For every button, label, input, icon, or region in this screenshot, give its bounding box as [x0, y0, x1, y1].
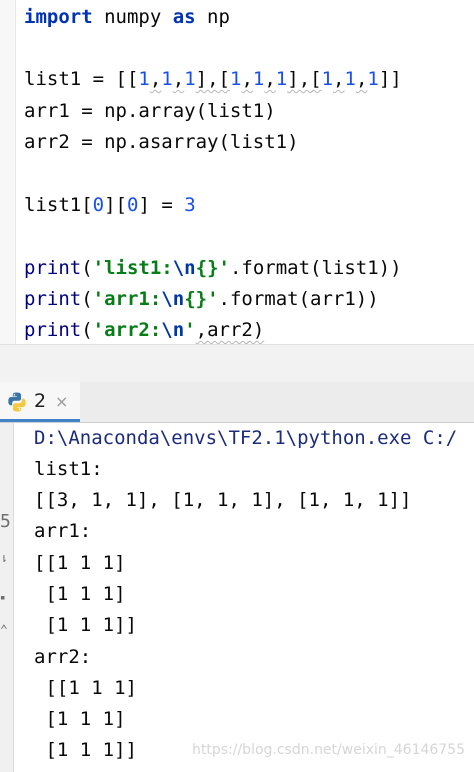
editor-gutter[interactable] — [0, 0, 16, 344]
python-icon — [8, 392, 26, 412]
pep8-warning-comma: , — [333, 68, 345, 90]
pep8-warning-comma: ],[ — [287, 68, 322, 90]
pep8-warning-comma: , — [355, 68, 368, 90]
pep8-warning-comma: , — [264, 68, 276, 90]
string-literal: {}' — [184, 288, 219, 310]
code-text: ( — [81, 257, 93, 279]
pin-icon[interactable]: ⌃ — [0, 623, 13, 638]
scroll-to-end-icon[interactable]: ⇂ — [0, 551, 13, 566]
number-literal: 3 — [184, 194, 196, 216]
string-literal: 'arr1: — [92, 288, 162, 310]
code-line-11[interactable]: print('arr2:\n',arr2) — [24, 315, 264, 344]
console-line: [[1 1 1] — [34, 677, 137, 699]
console-line-command[interactable]: D:\Anaconda\envs\TF2.1\python.exe C:/ — [34, 423, 457, 454]
code-text: ( — [81, 319, 93, 341]
number-literal: 0 — [126, 194, 139, 216]
run-tab-label: 2 — [34, 390, 47, 412]
rerun-icon[interactable]: 5 — [0, 511, 13, 532]
number-literal: 1 — [275, 68, 288, 90]
console-line: list1: — [34, 458, 103, 480]
code-line-1[interactable]: import numpy as np — [24, 2, 230, 32]
code-line-5[interactable]: arr2 = np.asarray(list1) — [24, 127, 299, 157]
console-line: [1 1 1]] — [34, 614, 137, 636]
number-literal: 1 — [138, 68, 150, 90]
code-text: ]] — [378, 68, 402, 90]
number-literal: 1 — [321, 68, 334, 90]
code-text: ( — [81, 288, 93, 310]
pep8-warning-comma: , — [172, 68, 185, 90]
builtin-print: print — [24, 257, 82, 279]
console-line: [[1 1 1] — [34, 552, 126, 574]
code-text: .format(arr1)) — [218, 288, 379, 310]
builtin-print: print — [24, 288, 82, 310]
console-line: [1 1 1] — [34, 708, 126, 730]
watermark: https://blog.csdn.net/weixin_46146755 — [192, 742, 466, 758]
panel-splitter[interactable] — [0, 344, 474, 384]
pep8-warning-comma: , — [149, 68, 162, 90]
number-literal: 1 — [367, 68, 379, 90]
escape-sequence: \n — [161, 319, 185, 341]
string-literal: 'list1: — [92, 257, 173, 279]
string-literal: {}' — [195, 257, 230, 279]
code-line-10[interactable]: print('arr1:\n{}'.format(arr1)) — [24, 284, 379, 314]
code-text: ,arr2) — [195, 319, 265, 341]
code-text: ] = — [138, 194, 185, 216]
code-line-4[interactable]: arr1 = np.array(list1) — [24, 96, 276, 126]
escape-sequence: \n — [161, 288, 185, 310]
pep8-warning-comma: ],[ — [195, 68, 230, 90]
string-literal: ' — [184, 319, 196, 341]
number-literal: 0 — [92, 194, 105, 216]
pep8-warning-comma: , — [241, 68, 253, 90]
number-literal: 1 — [344, 68, 356, 90]
console-line: [1 1 1] — [34, 583, 126, 605]
module-name: numpy — [92, 6, 173, 28]
code-text: .format(list1)) — [229, 257, 402, 279]
builtin-print: print — [24, 319, 82, 341]
keyword-as: as — [172, 6, 196, 28]
string-literal: 'arr2: — [92, 319, 162, 341]
escape-sequence: \n — [172, 257, 196, 279]
close-tab-icon[interactable]: × — [55, 392, 68, 411]
keyword-import: import — [24, 6, 93, 28]
number-literal: 1 — [229, 68, 242, 90]
console-line: arr1: — [34, 520, 92, 542]
console-output[interactable]: D:\Anaconda\envs\TF2.1\python.exe C:/ li… — [14, 423, 474, 772]
code-editor[interactable]: import numpy as np list1 = [[1,1,1],[1,1… — [0, 0, 474, 344]
code-text: ][ — [104, 194, 127, 216]
console-line: [1 1 1]] — [34, 739, 137, 761]
code-line-3[interactable]: list1 = [[1,1,1],[1,1,1],[1,1,1]] — [24, 64, 402, 94]
code-line-7[interactable]: list1[0][0] = 3 — [24, 190, 196, 220]
console-toolbar: 5 ⇂ ▪ ⌃ — [0, 423, 14, 772]
code-text: list1[ — [24, 194, 93, 216]
run-tab[interactable]: 2 × — [0, 382, 80, 422]
number-literal: 1 — [161, 68, 173, 90]
code-line-9[interactable]: print('list1:\n{}'.format(list1)) — [24, 253, 402, 283]
print-icon[interactable]: ▪ — [0, 593, 13, 603]
console-line: arr2: — [34, 646, 92, 668]
module-alias: np — [195, 6, 230, 28]
code-text: list1 = [[ — [24, 68, 139, 90]
console-line: [[3, 1, 1], [1, 1, 1], [1, 1, 1]] — [34, 489, 412, 511]
number-literal: 1 — [184, 68, 196, 90]
number-literal: 1 — [252, 68, 265, 90]
run-tab-bar: 2 × — [0, 382, 474, 423]
